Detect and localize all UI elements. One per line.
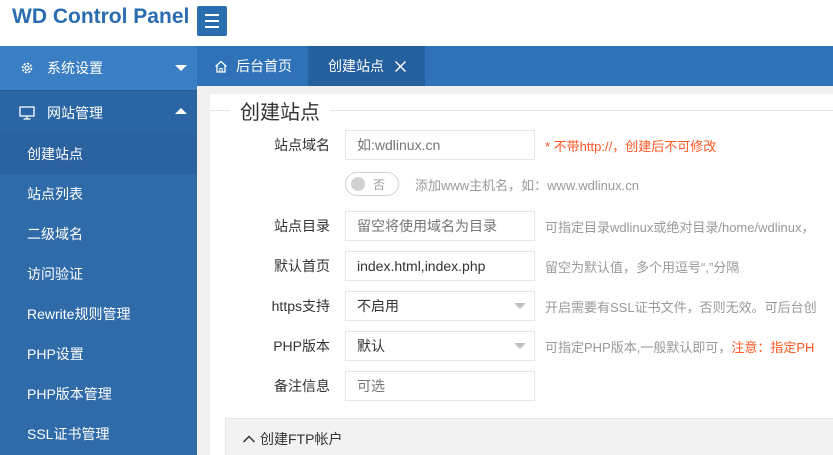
ftp-collapse-header[interactable]: 创建FTP帐户 — [225, 418, 833, 455]
php-warning: 注意：指定PH — [731, 339, 815, 355]
sidebar: 系统设置 网站管理 创建站点 站点列表 二级域名 访问验证 Rewrite规则管… — [0, 46, 197, 455]
sidebar-item-access-auth[interactable]: 访问验证 — [0, 254, 197, 294]
tab-create-site[interactable]: 创建站点 — [308, 46, 425, 86]
chevron-down-icon — [514, 343, 526, 349]
tab-label: 后台首页 — [236, 58, 292, 74]
home-icon — [214, 60, 228, 73]
https-select-value: 不启用 — [357, 298, 399, 314]
index-hint: 留空为默认值，多个用逗号“,”分隔 — [545, 259, 740, 275]
sidebar-item-site-list[interactable]: 站点列表 — [0, 174, 197, 214]
sidebar-item-subdomain[interactable]: 二级域名 — [0, 214, 197, 254]
create-site-form: 创建站点 站点域名 如:wdlinux.cn * 不带http://，创建后不可… — [210, 94, 833, 455]
www-toggle-switch[interactable]: 否 — [345, 172, 399, 196]
chevron-up-icon — [242, 434, 256, 444]
dir-hint: 可指定目录wdlinux或绝对目录/home/wdlinux， — [545, 219, 815, 235]
php-label: PHP版本 — [273, 338, 330, 354]
sidebar-item-create-site[interactable]: 创建站点 — [0, 134, 197, 174]
caret-down-icon — [175, 65, 187, 71]
chevron-down-icon — [514, 303, 526, 309]
php-select-value: 默认 — [357, 338, 385, 354]
sidebar-group-label: 系统设置 — [47, 60, 103, 76]
sidebar-group-label: 网站管理 — [47, 104, 103, 121]
app-logo[interactable]: WD Control Panel — [12, 5, 189, 29]
https-select[interactable]: 不启用 — [345, 291, 535, 321]
hamburger-icon[interactable] — [197, 6, 227, 36]
switch-state: 否 — [373, 178, 386, 192]
switch-knob — [351, 177, 365, 191]
sidebar-item-php-versions[interactable]: PHP版本管理 — [0, 374, 197, 414]
gear-icon — [17, 60, 37, 76]
https-label: https支持 — [271, 298, 330, 314]
note-label: 备注信息 — [274, 378, 330, 394]
ftp-label: 创建FTP帐户 — [260, 431, 343, 447]
close-icon[interactable] — [394, 60, 407, 73]
note-input[interactable]: 可选 — [345, 371, 535, 401]
index-label: 默认首页 — [274, 258, 330, 274]
main-content: 创建站点 站点域名 如:wdlinux.cn * 不带http://，创建后不可… — [197, 86, 833, 455]
caret-up-icon — [175, 108, 187, 114]
dir-label: 站点目录 — [274, 218, 330, 234]
php-hint-text: 可指定PHP版本,一般默认即可， — [545, 339, 732, 355]
sidebar-item-ssl[interactable]: SSL证书管理 — [0, 414, 197, 454]
domain-input[interactable]: 如:wdlinux.cn — [345, 130, 535, 160]
www-hint: 添加www主机名，如：www.wdlinux.cn — [415, 177, 639, 193]
sidebar-item-php-settings[interactable]: PHP设置 — [0, 334, 197, 374]
sidebar-item-rewrite[interactable]: Rewrite规则管理 — [0, 294, 197, 334]
index-input[interactable]: index.html,index.php — [345, 251, 535, 281]
domain-label: 站点域名 — [274, 137, 330, 153]
tab-label: 创建站点 — [328, 58, 384, 74]
php-hint: 可指定PHP版本,一般默认即可，注意：指定PH — [545, 337, 814, 356]
monitor-icon — [17, 105, 37, 121]
dir-input[interactable]: 留空将使用域名为目录 — [345, 211, 535, 241]
tab-home[interactable]: 后台首页 — [197, 46, 308, 86]
domain-hint: * 不带http://，创建后不可修改 — [545, 138, 717, 154]
top-header: WD Control Panel — [0, 0, 833, 46]
page-title: 创建站点 — [230, 96, 330, 125]
https-hint: 开启需要有SSL证书文件，否则无效。可后台创 — [545, 299, 817, 315]
tab-bar: 后台首页 创建站点 — [197, 46, 833, 86]
sidebar-group-system-settings[interactable]: 系统设置 — [0, 46, 197, 90]
php-version-select[interactable]: 默认 — [345, 331, 535, 361]
sidebar-group-site-management[interactable]: 网站管理 — [0, 90, 197, 134]
